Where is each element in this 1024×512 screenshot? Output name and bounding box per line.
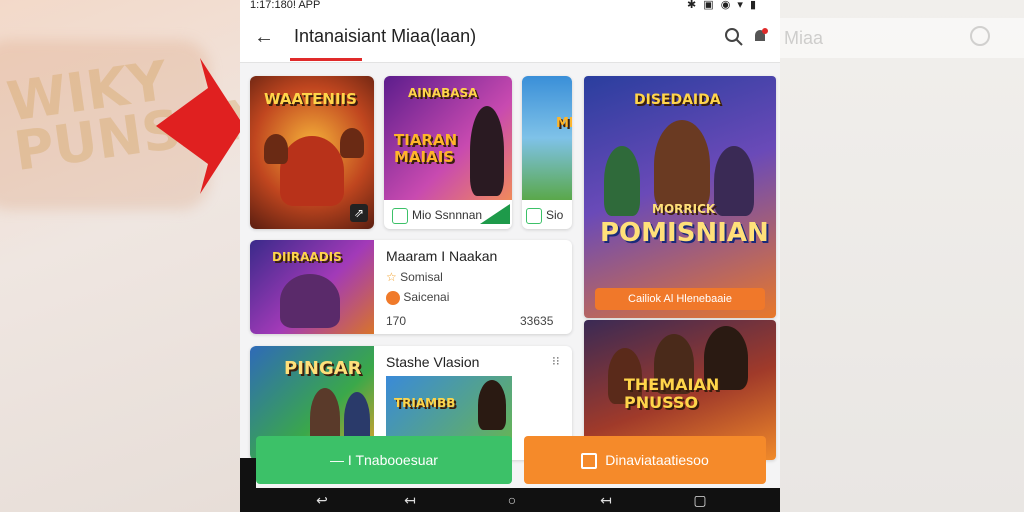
status-left-text: 1:17:180! APP — [250, 0, 321, 11]
character-figure — [470, 106, 504, 196]
character-figure — [478, 380, 506, 430]
nav-edge — [240, 458, 256, 488]
game-art-title: MI — [556, 116, 572, 131]
character-figure — [264, 134, 288, 164]
tab-underline — [290, 58, 362, 61]
game-art-title: DIIRAADIS — [272, 250, 342, 264]
page-title: Intanaisiant Miaa(laan) — [294, 26, 477, 46]
share-icon[interactable]: ⇗ — [350, 204, 368, 222]
game-art-title-top: DISEDAIDA — [634, 92, 721, 108]
app-store-icon — [392, 208, 408, 224]
ghost-title: Miaa — [784, 28, 824, 48]
back-nav-icon[interactable]: ↩ — [314, 492, 330, 508]
list-right-number: 33635 — [520, 314, 554, 328]
corner-tag — [480, 204, 510, 224]
game-art: DISEDAIDA MORRICK POMISNIAN — [584, 76, 776, 318]
game-tile-3[interactable]: MI Sio — [522, 76, 572, 229]
list-item-title: Maaram I Naakan — [386, 248, 498, 264]
featured-game-card[interactable]: DISEDAIDA MORRICK POMISNIAN Cailiok Al H… — [584, 76, 776, 318]
home-nav-icon[interactable]: ○ — [504, 492, 520, 508]
tile-chip-label: Sio — [546, 208, 564, 222]
status-bar: 1:17:180! APP ✱ ▣ ◉ ▾ ▮ — [240, 0, 780, 12]
ghost-search-icon — [970, 26, 990, 46]
game-art-title: POMISNIAN — [600, 218, 769, 248]
recent-nav-icon[interactable]: ↤ — [598, 492, 614, 508]
square-nav-icon[interactable]: ▢ — [692, 492, 708, 508]
install-prefix: — I — [330, 452, 352, 468]
character-figure — [604, 146, 640, 216]
game-art-title-top: AINABASA — [408, 86, 478, 100]
phone-screen: 1:17:180! APP ✱ ▣ ◉ ▾ ▮ ← Intanaisiant M… — [240, 0, 780, 512]
game-art-subtitle: MORRICK — [652, 202, 716, 216]
game-tile-1[interactable]: WAATENIIS ⇗ — [250, 76, 374, 229]
rating-label: Somisal — [400, 270, 443, 284]
game-art: MI — [522, 76, 572, 200]
list-left-number: 170 — [386, 314, 407, 328]
arrow-left-icon[interactable]: ← — [254, 25, 278, 49]
game-tile-2[interactable]: AINABASA TIARAN MAIAIS Mio Ssnnnan — [384, 76, 512, 229]
app-bar: ← Intanaisiant Miaa(laan) — [240, 12, 780, 63]
badge-label: Saicenai — [403, 290, 450, 304]
badge-row: Saicenai — [386, 290, 449, 305]
character-figure — [280, 136, 344, 206]
game-art-title: THEMAIAN PNUSSO — [624, 375, 720, 412]
tile-chip-label: Mio Ssnnnan — [412, 208, 483, 222]
install-label: Tnabooesuar — [355, 452, 438, 468]
game-art-title: WAATENIIS — [264, 90, 357, 108]
install-button[interactable]: — I Tnabooesuar — [256, 436, 512, 484]
open-icon — [581, 453, 598, 470]
open-label: Dinaviataatiesoo — [605, 452, 709, 468]
back-nav-icon[interactable]: ↤ — [402, 492, 418, 508]
search-icon[interactable] — [724, 27, 744, 47]
status-right-icons: ✱ ▣ ◉ ▾ ▮ — [686, 0, 758, 11]
app-store-icon — [526, 208, 542, 224]
bell-icon[interactable] — [750, 27, 770, 47]
featured-cta-button[interactable]: Cailiok Al Hlenebaaie — [595, 288, 765, 310]
rating-row: ☆ Somisal — [386, 270, 443, 284]
list-item[interactable]: DIIRAADIS Maaram I Naakan ☆ Somisal Saic… — [250, 240, 572, 334]
more-icon[interactable]: ⁝⁝ — [552, 354, 560, 368]
list-item-title: Stashe Vlasion — [386, 354, 480, 370]
star-icon: ☆ — [386, 270, 397, 284]
game-art: AINABASA TIARAN MAIAIS — [384, 76, 512, 200]
game-art: DIIRAADIS — [250, 240, 374, 334]
character-figure — [340, 128, 364, 158]
system-nav-bar: ↩ ↤ ○ ↤ ▢ — [240, 488, 780, 512]
character-figure — [714, 146, 754, 216]
game-art-title: PINGAR — [284, 358, 362, 379]
character-figure — [280, 274, 340, 328]
game-art-title: TIARAN MAIAIS — [394, 131, 458, 166]
red-arrow-icon — [156, 58, 244, 194]
background-right: Miaa — [780, 0, 1024, 512]
character-figure — [654, 120, 710, 210]
badge-icon — [386, 290, 400, 305]
sub-game-art-title: TRIAMBB — [394, 396, 456, 410]
open-button[interactable]: Dinaviataatiesoo — [524, 436, 766, 484]
